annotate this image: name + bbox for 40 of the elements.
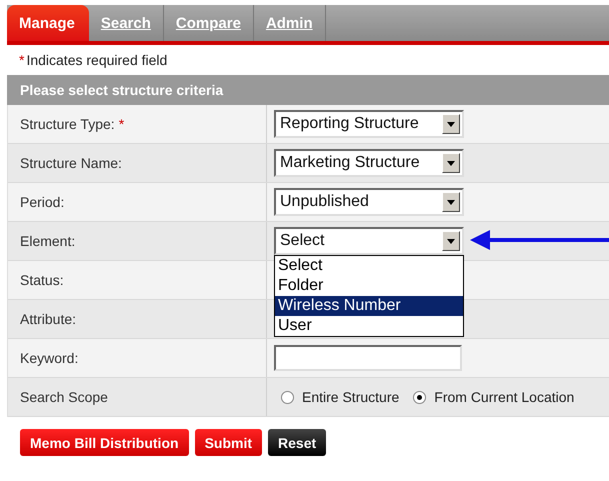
dropdown-button[interactable]: [442, 114, 460, 134]
field-label: Search Scope: [20, 389, 108, 405]
dropdown-option[interactable]: Select: [275, 256, 463, 276]
tab[interactable]: Manage: [7, 5, 89, 41]
required-note: Indicates required field: [26, 52, 168, 68]
keyword-field[interactable]: [274, 345, 462, 371]
dropdown-value: Unpublished: [279, 193, 370, 211]
field-label: Period:: [20, 194, 64, 210]
dropdown[interactable]: Reporting Structure: [274, 110, 464, 138]
caret-icon: [447, 200, 455, 204]
field-label: Attribute:: [20, 311, 76, 327]
radio-label: From Current Location: [434, 389, 574, 405]
dropdown-option[interactable]: Folder: [275, 276, 463, 296]
action-button[interactable]: Submit: [194, 429, 262, 456]
radio-button[interactable]: [281, 390, 294, 404]
dropdown[interactable]: Unpublished: [274, 188, 464, 216]
dropdown-button[interactable]: [442, 231, 460, 251]
required-mark: *: [19, 52, 24, 68]
section-title: Please select structure criteria: [7, 75, 609, 105]
caret-icon: [447, 122, 455, 126]
caret-icon: [447, 160, 455, 166]
field-label: Status:: [20, 272, 64, 288]
dropdown-button[interactable]: [442, 153, 460, 173]
dropdown-value: Select: [279, 232, 326, 250]
action-button[interactable]: Reset: [268, 429, 326, 456]
field-label: Keyword:: [20, 350, 78, 366]
dropdown[interactable]: Marketing Structure: [274, 149, 464, 177]
dropdown-button[interactable]: [442, 192, 460, 212]
dropdown-value: Reporting Structure: [279, 115, 420, 133]
required-mark: *: [118, 116, 124, 132]
field-label: Element:: [20, 233, 76, 249]
field-label: Structure Name:: [20, 155, 122, 171]
field-label: Structure Type:: [20, 116, 115, 132]
radio-label: Entire Structure: [302, 389, 400, 405]
radio-button[interactable]: [413, 390, 426, 404]
dropdown-value: Marketing Structure: [279, 154, 421, 172]
dropdown-option[interactable]: User: [275, 316, 463, 336]
dropdown-option[interactable]: Wireless Number: [275, 296, 463, 316]
caret-icon: [447, 238, 455, 244]
action-button[interactable]: Memo Bill Distribution: [20, 429, 189, 456]
